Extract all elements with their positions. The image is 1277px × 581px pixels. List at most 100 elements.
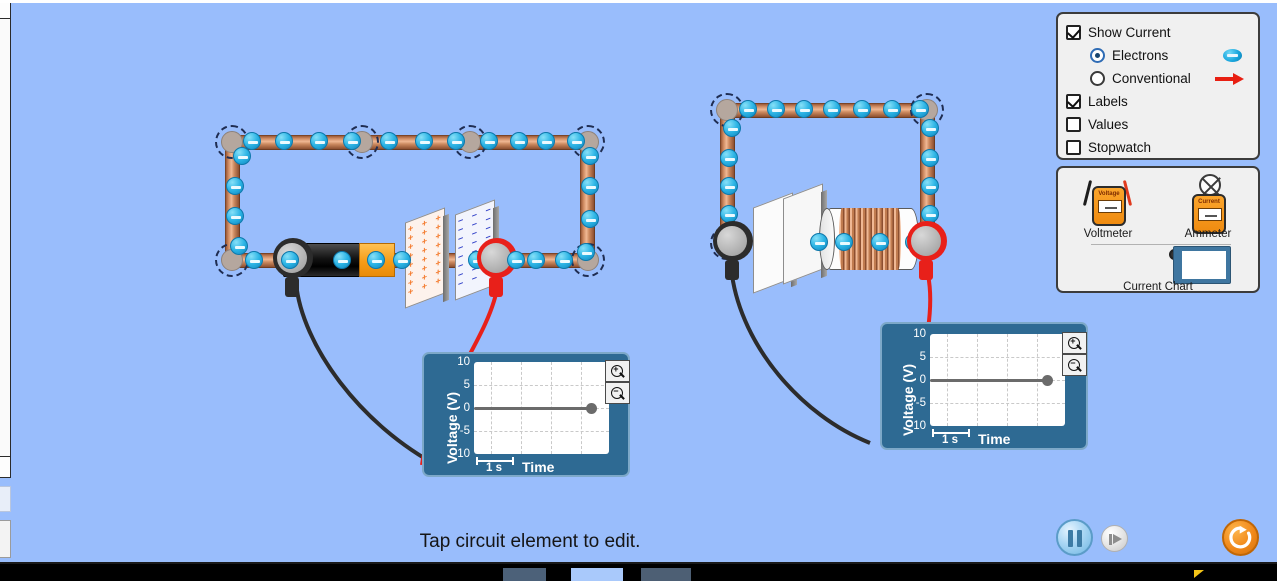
- grid-line: [474, 385, 609, 386]
- reset-button[interactable]: [1222, 519, 1259, 556]
- chart-plot-area[interactable]: [474, 362, 609, 454]
- electron-icon: [243, 132, 261, 150]
- checkbox-values[interactable]: [1066, 117, 1081, 132]
- left-strip-pane-main: [0, 18, 11, 460]
- magnify-plus-icon: +: [611, 364, 624, 378]
- electron-icon: [739, 100, 757, 118]
- right-voltage-chart[interactable]: Voltage (V) 10 5 0 -5 -10 1 s Time + −: [880, 322, 1088, 450]
- electron-icon: [380, 132, 398, 150]
- left-strip-pane-top: [0, 0, 11, 20]
- left-voltage-chart[interactable]: Voltage (V) 10 5 0 -5 -10 1 s Time + −: [422, 352, 630, 477]
- option-electrons[interactable]: Electrons: [1066, 44, 1250, 67]
- radio-conventional[interactable]: [1090, 71, 1105, 86]
- electron-icon: [230, 237, 248, 255]
- current-chart-plot-icon: [1182, 251, 1226, 279]
- tool-current-chart[interactable]: Current Chart: [1058, 246, 1258, 294]
- electron-icon: [581, 147, 599, 165]
- radio-electrons[interactable]: [1090, 48, 1105, 63]
- option-label: Values: [1088, 116, 1129, 132]
- grid-line: [474, 431, 609, 432]
- option-stopwatch[interactable]: Stopwatch: [1066, 136, 1250, 159]
- magnify-minus-icon: −: [1068, 357, 1081, 372]
- electron-icon: [527, 251, 545, 269]
- checkbox-show-current[interactable]: [1066, 25, 1081, 40]
- voltmeter-screen-title: Voltage: [1098, 191, 1120, 197]
- electron-icon: [871, 233, 889, 251]
- checkbox-labels[interactable]: [1066, 94, 1081, 109]
- tool-label-ammeter: Ammeter: [1184, 228, 1232, 240]
- left-strip-pane-bottom: [0, 456, 11, 478]
- grid-line: [930, 403, 1065, 404]
- magnify-plus-icon: +: [1068, 335, 1081, 350]
- ammeter-screen-title: Current: [1198, 199, 1220, 205]
- red-arrow-icon: [1215, 72, 1245, 85]
- taskbar-flag-icon[interactable]: [1194, 570, 1204, 578]
- electron-icon: [581, 210, 599, 228]
- option-label: Conventional: [1112, 70, 1191, 86]
- voltmeter-body-icon: Voltage: [1092, 186, 1126, 226]
- electron-icon: [795, 100, 813, 118]
- electron-icon: [921, 119, 939, 137]
- voltage-trace: [474, 407, 592, 410]
- chart-zoom-in-button[interactable]: +: [605, 360, 630, 382]
- status-message: Tap circuit element to edit.: [419, 531, 641, 552]
- zoom-out-glyph: −: [613, 385, 619, 396]
- probe-contact-point: [717, 226, 747, 256]
- step-triangle-icon: [1113, 534, 1122, 544]
- electron-icon: [226, 207, 244, 225]
- step-forward-button[interactable]: [1101, 525, 1128, 552]
- chart-plot-area[interactable]: [930, 334, 1065, 426]
- electron-icon: [810, 233, 828, 251]
- taskbar-item[interactable]: [641, 568, 691, 581]
- tool-ammeter[interactable]: Current Ammeter: [1158, 168, 1258, 242]
- chart-x-axis-label: Time: [978, 431, 1011, 447]
- electron-icon: [233, 147, 251, 165]
- electron-icon: [883, 100, 901, 118]
- system-taskbar[interactable]: [0, 562, 1277, 581]
- chart-y-tick: 0: [919, 374, 926, 386]
- top-border-line: [0, 0, 1277, 3]
- electron-icon: [447, 132, 465, 150]
- option-labels[interactable]: Labels: [1066, 90, 1250, 113]
- chart-y-tick: 0: [463, 402, 470, 414]
- chart-scale-label: 1 s: [486, 462, 502, 474]
- chart-zoom-out-button[interactable]: −: [605, 382, 630, 404]
- electron-icon: [723, 119, 741, 137]
- chart-y-tick: 5: [463, 379, 470, 391]
- option-show-current[interactable]: Show Current: [1066, 21, 1250, 44]
- zoom-out-glyph: −: [1070, 357, 1076, 368]
- electron-icon: [507, 251, 525, 269]
- electron-icon: [537, 132, 555, 150]
- tool-label-current-chart: Current Chart: [1123, 281, 1193, 293]
- option-values[interactable]: Values: [1066, 113, 1250, 136]
- electron-icon: [310, 132, 328, 150]
- voltage-trace: [930, 379, 1048, 382]
- taskbar-item[interactable]: [503, 568, 546, 581]
- tool-voltmeter[interactable]: Voltage Voltmeter: [1058, 168, 1158, 242]
- current-chart-body-icon: [1173, 246, 1231, 284]
- pause-bar-right: [1077, 530, 1082, 547]
- voltage-trace-endpoint: [586, 403, 597, 414]
- chart-y-tick: -5: [915, 397, 926, 409]
- pause-button[interactable]: [1056, 519, 1093, 556]
- chart-y-tick: -5: [459, 425, 470, 437]
- taskbar-item-active[interactable]: [571, 568, 623, 581]
- chart-y-tick: -10: [453, 448, 470, 460]
- display-options-panel: Show Current Electrons Conventional Labe…: [1056, 12, 1260, 160]
- left-edge-panel-strip: [0, 0, 12, 581]
- chart-zoom-in-button[interactable]: +: [1062, 332, 1087, 354]
- electron-icon: [577, 243, 595, 261]
- option-conventional[interactable]: Conventional: [1066, 67, 1250, 90]
- chart-zoom-out-button[interactable]: −: [1062, 354, 1087, 376]
- option-label: Show Current: [1088, 24, 1171, 40]
- checkbox-stopwatch[interactable]: [1066, 140, 1081, 155]
- tools-panel: Voltage Voltmeter Current Ammeter Curren…: [1056, 166, 1260, 293]
- electron-icon: [720, 149, 738, 167]
- chart-y-tick: 10: [457, 356, 470, 368]
- ammeter-screen: [1198, 208, 1222, 221]
- electron-icon: [853, 100, 871, 118]
- zoom-in-glyph: +: [1070, 335, 1076, 346]
- electron-icon: [281, 251, 299, 269]
- electron-icon: [921, 149, 939, 167]
- electron-icon: [226, 177, 244, 195]
